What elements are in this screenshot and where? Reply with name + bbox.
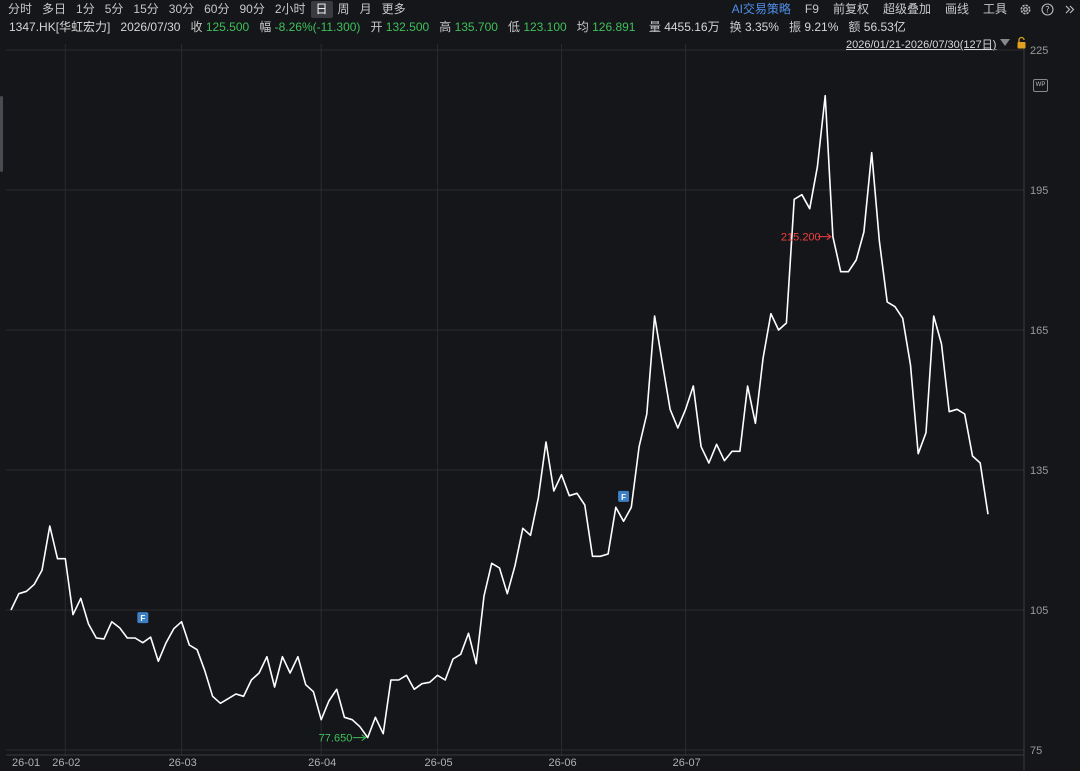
price-line-series: [10, 94, 989, 739]
draw-line-button[interactable]: 画线: [938, 1, 976, 18]
chart-axes: 75 105 135 165 195 225 26-01 26-02 26-03 26-04 26-…: [6, 44, 1048, 770]
x-tick-label: 26-02: [52, 757, 80, 769]
high-price-label: 215.200: [781, 232, 821, 244]
quote-info-bar: 1347.HK[华虹宏力] 2026/07/30 收 125.500 幅 -8.…: [0, 19, 1080, 35]
period-tab-12[interactable]: 更多: [377, 1, 411, 18]
volume-value: 4455.16万: [664, 20, 720, 34]
chart-grid: [6, 44, 1024, 756]
price-line: [10, 94, 989, 739]
low-price-label: 77.650: [319, 733, 353, 745]
period-tab-7[interactable]: 90分: [234, 1, 269, 18]
y-tick-label: 225: [1030, 45, 1048, 57]
change-label: 幅: [259, 20, 272, 34]
period-selector: 分时 多日 1分 5分 15分 30分 60分 90分 2小时日周月更多: [0, 0, 411, 19]
x-tick-label: 26-03: [169, 757, 197, 769]
period-tab-0[interactable]: 分时: [3, 1, 37, 18]
caret-down-icon[interactable]: [1000, 39, 1010, 46]
toolbar-right: AI交易策略 F9 前复权 超级叠加 画线 工具 ?: [725, 0, 1080, 19]
forward-adjust-button[interactable]: 前复权: [826, 1, 876, 18]
period-tab-4[interactable]: 15分: [128, 1, 163, 18]
amplitude-label: 振: [789, 20, 802, 34]
amount-value: 56.53亿: [863, 20, 906, 34]
wp-icon[interactable]: WP: [1033, 79, 1048, 92]
low-label: 低: [507, 20, 520, 34]
chart-annotations: 215.200 77.650 F F: [137, 232, 832, 745]
period-tab-1[interactable]: 多日: [37, 1, 71, 18]
turnover-label: 换: [729, 20, 742, 34]
period-tab-8[interactable]: 2小时: [270, 1, 311, 18]
high-value: 135.700: [454, 20, 498, 34]
close-value: 125.500: [205, 20, 250, 34]
price-chart[interactable]: 75 105 135 165 195 225 26-01 26-02 26-03 26-04 26-…: [0, 0, 1080, 771]
x-tick-label: 26-06: [549, 757, 577, 769]
close-label: 收: [190, 20, 203, 34]
svg-text:?: ?: [1045, 6, 1050, 16]
x-tick-label: 26-01: [12, 757, 40, 769]
y-tick-label: 105: [1030, 605, 1048, 617]
period-tab-5[interactable]: 30分: [164, 1, 199, 18]
y-tick-label: 195: [1030, 185, 1048, 197]
vertical-scrollbar[interactable]: [0, 96, 3, 172]
y-tick-label: 135: [1030, 465, 1048, 477]
period-tab-3[interactable]: 5分: [100, 1, 129, 18]
x-tick-label: 26-07: [673, 757, 701, 769]
y-tick-label: 75: [1030, 745, 1042, 757]
period-tab-6[interactable]: 60分: [199, 1, 234, 18]
ai-strategy-button[interactable]: AI交易策略: [725, 1, 798, 18]
open-value: 132.500: [385, 20, 430, 34]
gear-icon[interactable]: [1017, 2, 1033, 18]
low-value: 123.100: [523, 20, 567, 34]
period-tab-2[interactable]: 1分: [71, 1, 100, 18]
avg-value: 126.891: [592, 20, 636, 34]
amount-label: 额: [848, 20, 861, 34]
super-overlay-button[interactable]: 超级叠加: [876, 1, 938, 18]
toolbar: 分时 多日 1分 5分 15分 30分 60分 90分 2小时日周月更多 AI交易策略 F9 前…: [0, 0, 1080, 19]
period-tab-9[interactable]: 日: [310, 1, 333, 18]
y-tick-label: 165: [1030, 325, 1048, 337]
period-tab-10[interactable]: 周: [333, 1, 355, 18]
turnover-value: 3.35%: [744, 20, 779, 34]
avg-label: 均: [576, 20, 589, 34]
tools-button[interactable]: 工具: [976, 1, 1014, 18]
f9-button[interactable]: F9: [798, 1, 826, 18]
x-tick-label: 26-04: [308, 757, 336, 769]
change-value: -8.26%(-11.300): [274, 20, 361, 34]
f-marker-label: F: [621, 493, 626, 502]
open-label: 开: [370, 20, 383, 34]
quote-date: 2026/07/30: [120, 20, 181, 34]
x-tick-label: 26-05: [424, 757, 452, 769]
lock-icon[interactable]: [1016, 36, 1027, 52]
volume-label: 量: [648, 20, 661, 34]
period-tab-11[interactable]: 月: [355, 1, 377, 18]
date-range-selector[interactable]: 2026/01/21-2026/07/30(127日): [846, 36, 996, 52]
double-chevron-right-icon[interactable]: [1061, 2, 1077, 18]
high-label: 高: [439, 20, 452, 34]
amplitude-value: 9.21%: [804, 20, 839, 34]
symbol-name: 1347.HK[华虹宏力]: [9, 20, 111, 34]
help-icon[interactable]: ?: [1039, 2, 1055, 18]
f-marker-label: F: [140, 614, 145, 623]
